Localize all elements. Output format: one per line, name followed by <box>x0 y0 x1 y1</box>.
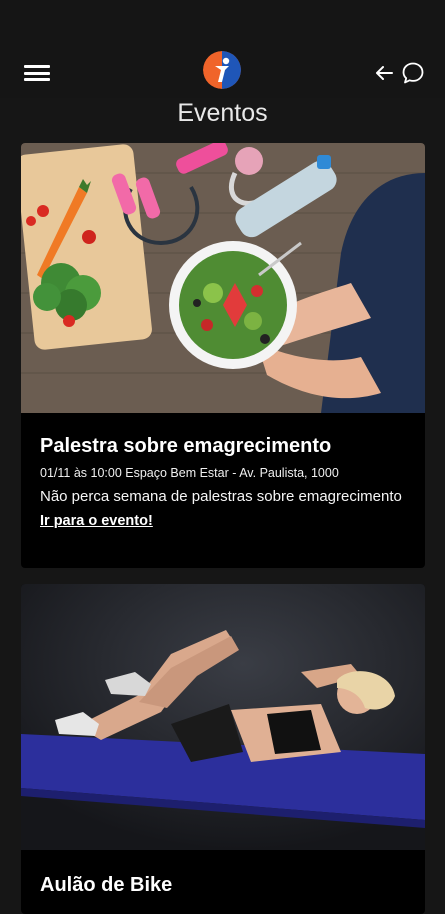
event-image-healthy-food <box>21 143 425 413</box>
chat-bubble-icon[interactable] <box>401 61 425 85</box>
event-description: Não perca semana de palestras sobre emag… <box>40 488 402 505</box>
event-datetime-location: 01/11 às 10:00 Espaço Bem Estar - Av. Pa… <box>40 466 339 480</box>
hamburger-menu-icon[interactable] <box>24 62 50 84</box>
event-title: Palestra sobre emagrecimento <box>40 435 332 457</box>
page-title: Eventos <box>177 99 268 127</box>
status-bar <box>0 0 445 48</box>
back-arrow-icon[interactable] <box>375 65 393 81</box>
app-bar <box>0 48 445 98</box>
event-image-workout <box>21 584 425 850</box>
event-card[interactable]: Aulão de Bike <box>21 584 425 914</box>
app-logo-icon[interactable] <box>203 51 241 89</box>
event-card[interactable]: Palestra sobre emagrecimento 01/11 às 10… <box>21 143 425 568</box>
event-title: Aulão de Bike <box>40 874 173 896</box>
event-link[interactable]: Ir para o evento! <box>40 513 153 529</box>
